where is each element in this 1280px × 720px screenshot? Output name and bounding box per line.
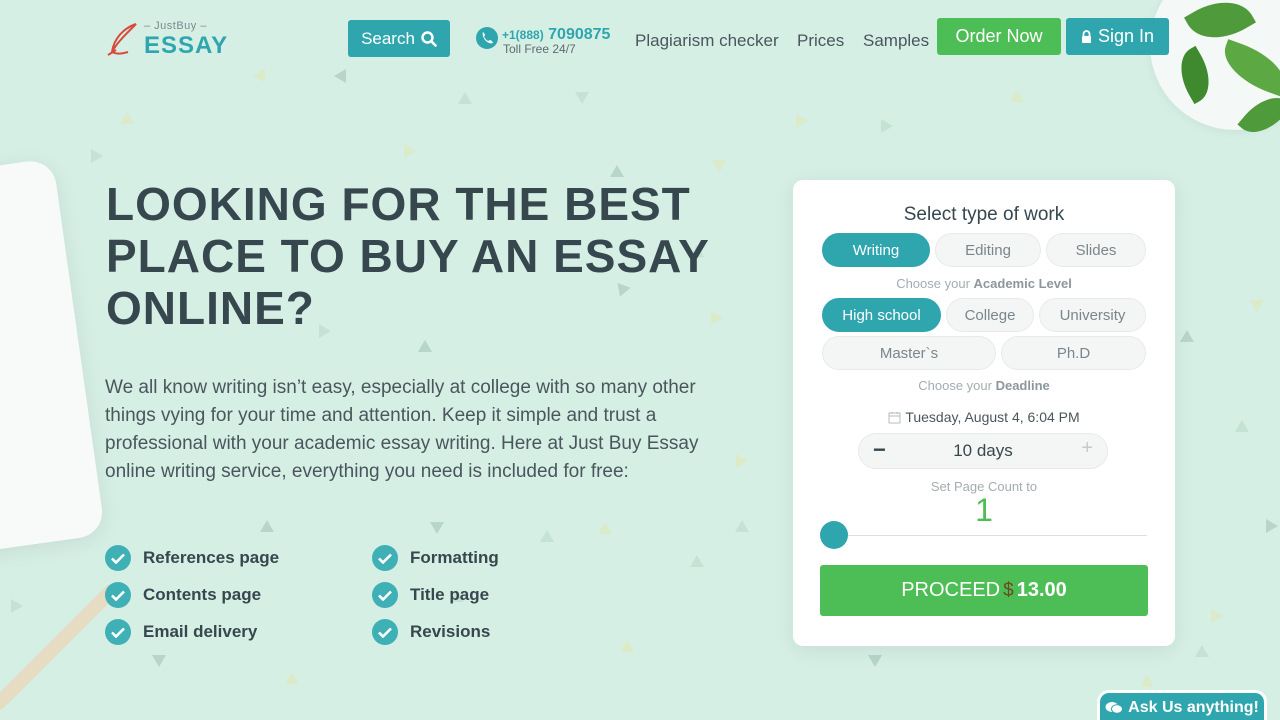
work-type-writing[interactable]: Writing xyxy=(822,233,930,267)
level-phd[interactable]: Ph.D xyxy=(1001,336,1146,370)
triangle-decoration xyxy=(868,655,882,667)
hero-description: We all know writing isn’t easy, especial… xyxy=(105,377,699,482)
level-university[interactable]: University xyxy=(1039,298,1146,332)
triangle-decoration xyxy=(1195,645,1209,657)
triangle-decoration xyxy=(1266,519,1278,533)
feature-item: Contents page xyxy=(105,582,261,608)
triangle-decoration xyxy=(418,340,432,352)
triangle-decoration xyxy=(540,530,554,542)
deadline-date: Tuesday, August 4, 6:04 PM xyxy=(793,409,1175,425)
triangle-decoration xyxy=(11,599,23,613)
feather-icon xyxy=(107,23,137,56)
triangle-decoration xyxy=(1235,420,1249,432)
triangle-decoration xyxy=(736,454,748,468)
feature-item: Formatting xyxy=(372,545,499,571)
search-button[interactable]: Search xyxy=(348,20,450,57)
level-college[interactable]: College xyxy=(946,298,1034,332)
triangle-decoration xyxy=(1010,90,1024,102)
check-icon xyxy=(105,619,131,645)
triangle-decoration xyxy=(690,555,704,567)
deadline-stepper: − 10 days + xyxy=(858,433,1108,469)
deadline-label: Choose your Deadline xyxy=(918,378,1050,393)
level-high-school[interactable]: High school xyxy=(822,298,941,332)
nav-prices[interactable]: Prices xyxy=(797,31,844,51)
nav-samples[interactable]: Samples xyxy=(863,31,929,51)
feature-item: Title page xyxy=(372,582,489,608)
chat-label: Ask Us anything! xyxy=(1128,698,1259,716)
triangle-decoration xyxy=(152,655,166,667)
price-value: 13.00 xyxy=(1016,579,1067,601)
triangle-decoration xyxy=(575,92,589,104)
logo-text: ESSAY xyxy=(144,32,229,59)
chat-icon xyxy=(1105,701,1124,714)
logo-tagline: – JustBuy – xyxy=(144,20,207,32)
calendar-icon xyxy=(888,411,901,423)
feature-item: References page xyxy=(105,545,279,571)
triangle-decoration xyxy=(610,165,624,177)
sign-in-button[interactable]: Sign In xyxy=(1066,18,1169,55)
lock-icon xyxy=(1081,30,1091,43)
check-icon xyxy=(372,545,398,571)
currency-symbol: $ xyxy=(1003,579,1014,601)
site-logo[interactable]: – JustBuy – ESSAY xyxy=(106,20,227,60)
triangle-decoration xyxy=(881,119,893,133)
feature-item: Revisions xyxy=(372,619,490,645)
work-type-editing[interactable]: Editing xyxy=(935,233,1041,267)
triangle-decoration xyxy=(430,522,444,534)
triangle-decoration xyxy=(1180,330,1194,342)
triangle-decoration xyxy=(735,520,749,532)
order-now-button[interactable]: Order Now xyxy=(937,18,1061,55)
level-masters[interactable]: Master`s xyxy=(822,336,996,370)
triangle-decoration xyxy=(1140,675,1154,687)
order-form-card: Select type of work Writing Editing Slid… xyxy=(793,180,1175,646)
search-label: Search xyxy=(361,28,415,48)
proceed-button[interactable]: PROCEED $13.00 xyxy=(820,565,1148,616)
triangle-decoration xyxy=(712,160,726,172)
phone-subtitle: Toll Free 24/7 xyxy=(503,42,576,56)
plus-icon[interactable]: + xyxy=(1081,437,1093,460)
work-type-slides[interactable]: Slides xyxy=(1046,233,1146,267)
feature-item: Email delivery xyxy=(105,619,257,645)
page-count-value: 1 xyxy=(975,492,993,528)
check-icon xyxy=(105,545,131,571)
hero-title: LOOKING FOR THE BEST PLACE TO BUY AN ESS… xyxy=(106,178,709,334)
triangle-decoration xyxy=(334,69,346,83)
tablet-decoration xyxy=(0,157,106,563)
academic-level-label: Choose your Academic Level xyxy=(896,276,1072,291)
triangle-decoration xyxy=(1211,609,1223,623)
triangle-decoration xyxy=(285,672,299,684)
check-icon xyxy=(105,582,131,608)
search-icon xyxy=(421,30,437,47)
order-form-title: Select type of work xyxy=(903,204,1065,225)
triangle-decoration xyxy=(404,144,416,158)
triangle-decoration xyxy=(598,522,612,534)
triangle-decoration xyxy=(458,92,472,104)
triangle-decoration xyxy=(120,112,134,124)
triangle-decoration xyxy=(620,640,634,652)
triangle-decoration xyxy=(91,149,103,163)
sign-in-label: Sign In xyxy=(1097,26,1155,46)
proceed-label: PROCEED xyxy=(901,579,1001,601)
nav-plagiarism-checker[interactable]: Plagiarism checker xyxy=(635,31,779,51)
check-icon xyxy=(372,619,398,645)
triangle-decoration xyxy=(260,520,274,532)
triangle-decoration xyxy=(796,114,808,128)
phone-icon xyxy=(476,27,498,49)
chat-button[interactable]: Ask Us anything! xyxy=(1097,690,1267,720)
triangle-decoration xyxy=(252,65,272,83)
check-icon xyxy=(372,582,398,608)
triangle-decoration xyxy=(1250,300,1264,312)
page-count-slider-track[interactable] xyxy=(833,535,1147,536)
plant-decoration xyxy=(1150,0,1280,144)
page-count-slider-handle[interactable] xyxy=(820,521,848,549)
deadline-days: 10 days xyxy=(953,441,1013,460)
